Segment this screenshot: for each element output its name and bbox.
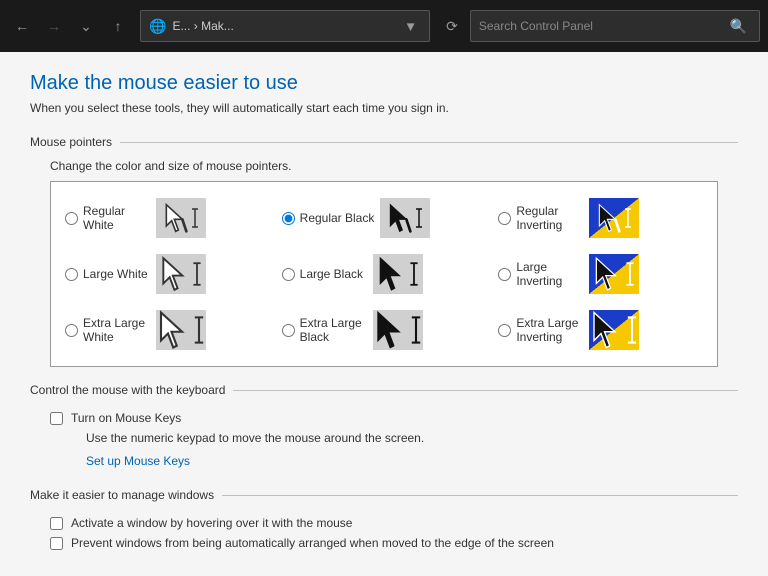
xlarge-white-preview	[156, 310, 206, 350]
regular-black-cursor-icon	[387, 202, 415, 234]
xlarge-inverting-label[interactable]: Extra LargeInverting	[498, 316, 583, 344]
pointer-option-regular-white: RegularWhite	[59, 190, 276, 246]
xlarge-white-label[interactable]: Extra LargeWhite	[65, 316, 150, 344]
keyboard-section-content: Turn on Mouse Keys Use the numeric keypa…	[30, 407, 738, 472]
address-chevron-button[interactable]: ▼	[400, 17, 421, 36]
large-white-preview	[156, 254, 206, 294]
page-title: Make the mouse easier to use	[30, 72, 738, 95]
windows-section-content: Activate a window by hovering over it wi…	[30, 512, 738, 560]
section-divider	[120, 142, 738, 143]
large-white-cursor-icon	[160, 255, 192, 293]
xlarge-white-radio[interactable]	[65, 324, 78, 337]
regular-white-cursor-icon	[163, 202, 191, 234]
pointer-option-large-white: Large White	[59, 246, 276, 302]
text-cursor-large-black-icon	[409, 262, 419, 286]
text-cursor-xl-black-icon	[410, 316, 422, 344]
pointer-grid-description: Change the color and size of mouse point…	[50, 159, 718, 173]
pointer-grid-container: RegularWhite	[50, 181, 718, 367]
text-cursor-icon	[191, 208, 199, 228]
regular-black-preview	[380, 198, 430, 238]
pointer-option-xlarge-white: Extra LargeWhite	[59, 302, 276, 358]
xlarge-inverting-cursor-icon	[590, 309, 626, 351]
pointer-option-large-black: Large Black	[276, 246, 493, 302]
pointer-option-regular-inverting: RegularInverting	[492, 190, 709, 246]
xlarge-white-cursor-icon	[157, 309, 193, 351]
regular-black-radio[interactable]	[282, 212, 295, 225]
prevent-arrange-checkbox[interactable]	[50, 537, 63, 550]
large-black-label[interactable]: Large Black	[282, 267, 367, 281]
text-cursor-invert-icon	[624, 208, 632, 228]
prevent-arrange-row: Prevent windows from being automatically…	[50, 536, 718, 550]
regular-inverting-cursor-icon	[596, 202, 624, 234]
search-input[interactable]	[479, 19, 726, 33]
xlarge-black-label[interactable]: Extra LargeBlack	[282, 316, 367, 344]
xlarge-inverting-radio[interactable]	[498, 324, 511, 337]
text-cursor-black-icon	[415, 208, 423, 228]
text-cursor-xl-white-icon	[193, 316, 205, 344]
text-cursor-xl-invert-icon	[626, 316, 638, 344]
mouse-pointers-section-header: Mouse pointers	[30, 135, 738, 149]
windows-section-header: Make it easier to manage windows	[30, 488, 738, 502]
mouse-pointers-section-title: Mouse pointers	[30, 135, 120, 149]
keyboard-section-header: Control the mouse with the keyboard	[30, 383, 738, 397]
search-bar-container: 🔍	[470, 10, 760, 42]
address-bar[interactable]: 🌐 E... › Mak... ▼	[140, 10, 430, 42]
refresh-button[interactable]: ⟳	[438, 10, 466, 42]
text-cursor-large-invert-icon	[625, 262, 635, 286]
large-black-preview	[373, 254, 423, 294]
pointer-option-xlarge-inverting: Extra LargeInverting	[492, 302, 709, 358]
xlarge-black-radio[interactable]	[282, 324, 295, 337]
forward-button[interactable]: →	[40, 10, 68, 42]
up-button[interactable]: ↑	[104, 10, 132, 42]
recent-locations-button[interactable]: ⌄	[72, 10, 100, 42]
main-content: Make the mouse easier to use When you se…	[0, 52, 768, 576]
mouse-keys-description: Use the numeric keypad to move the mouse…	[86, 431, 718, 445]
windows-section-title: Make it easier to manage windows	[30, 488, 222, 502]
large-white-label[interactable]: Large White	[65, 267, 150, 281]
pointer-grid: RegularWhite	[59, 190, 709, 358]
setup-mouse-keys-link[interactable]: Set up Mouse Keys	[86, 454, 190, 468]
xlarge-black-preview	[373, 310, 423, 350]
regular-white-radio[interactable]	[65, 212, 78, 225]
activate-window-checkbox[interactable]	[50, 517, 63, 530]
windows-section-divider	[222, 495, 738, 496]
large-white-radio[interactable]	[65, 268, 78, 281]
xlarge-black-cursor-icon	[374, 309, 410, 351]
pointer-option-regular-black: Regular Black	[276, 190, 493, 246]
large-black-cursor-icon	[377, 255, 409, 293]
pointer-option-large-inverting: LargeInverting	[492, 246, 709, 302]
keyboard-section-divider	[233, 390, 738, 391]
regular-inverting-preview	[589, 198, 639, 238]
regular-black-label[interactable]: Regular Black	[282, 211, 375, 225]
regular-inverting-label[interactable]: RegularInverting	[498, 204, 583, 232]
activate-window-label[interactable]: Activate a window by hovering over it wi…	[71, 516, 352, 530]
text-cursor-large-white-icon	[192, 262, 202, 286]
xlarge-inverting-preview	[589, 310, 639, 350]
mouse-keys-row: Turn on Mouse Keys	[50, 411, 718, 425]
large-inverting-radio[interactable]	[498, 268, 511, 281]
regular-white-preview	[156, 198, 206, 238]
pointer-option-xlarge-black: Extra LargeBlack	[276, 302, 493, 358]
navigation-bar: ← → ⌄ ↑ 🌐 E... › Mak... ▼ ⟳ 🔍	[0, 0, 768, 52]
search-submit-button[interactable]: 🔍	[726, 16, 751, 37]
back-button[interactable]: ←	[8, 10, 36, 42]
regular-inverting-radio[interactable]	[498, 212, 511, 225]
address-text: E... › Mak...	[172, 19, 394, 33]
mouse-keys-checkbox[interactable]	[50, 412, 63, 425]
globe-icon: 🌐	[149, 18, 166, 35]
large-inverting-label[interactable]: LargeInverting	[498, 260, 583, 288]
keyboard-section-title: Control the mouse with the keyboard	[30, 383, 233, 397]
prevent-arrange-label[interactable]: Prevent windows from being automatically…	[71, 536, 554, 550]
regular-white-label[interactable]: RegularWhite	[65, 204, 150, 232]
large-inverting-preview	[589, 254, 639, 294]
large-black-radio[interactable]	[282, 268, 295, 281]
large-inverting-cursor-icon	[593, 255, 625, 293]
mouse-keys-label[interactable]: Turn on Mouse Keys	[71, 411, 181, 425]
page-subtitle: When you select these tools, they will a…	[30, 101, 738, 115]
activate-window-row: Activate a window by hovering over it wi…	[50, 516, 718, 530]
